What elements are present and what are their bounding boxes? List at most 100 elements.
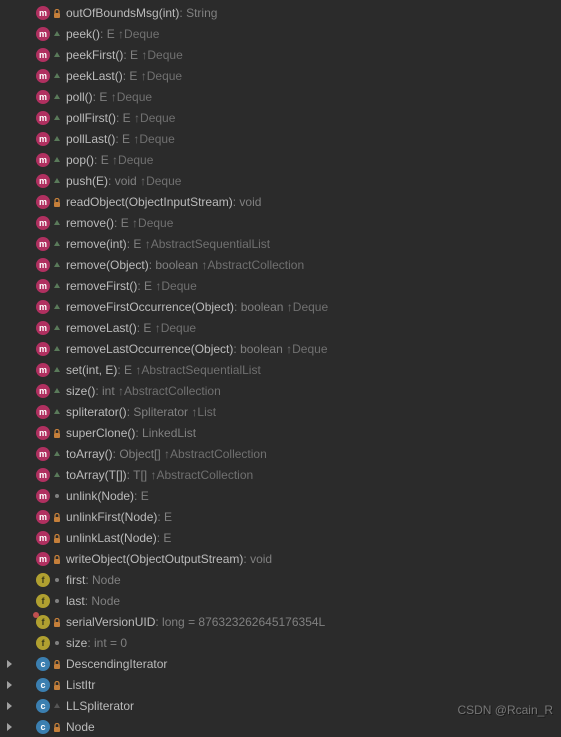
override-icon [54, 283, 60, 288]
member-label: size(): int ↑AbstractCollection [66, 384, 221, 398]
class-icon: c [36, 657, 50, 671]
member-label: set(int, E): E ↑AbstractSequentialList [66, 363, 261, 377]
method-icon: m [36, 174, 50, 188]
class-icon: c [36, 678, 50, 692]
member-label: superClone(): LinkedList [66, 426, 196, 440]
member-label: peek(): E ↑Deque [66, 27, 159, 41]
member-row[interactable]: m removeLastOccurrence(Object): boolean ↑… [0, 338, 561, 359]
member-row[interactable]: mpush(E): void ↑Deque [0, 170, 561, 191]
lock-icon [53, 618, 61, 626]
method-icon: m [36, 342, 50, 356]
watermark: CSDN @Rcain_R [457, 703, 553, 717]
override-icon [54, 157, 60, 162]
member-label: spliterator(): Spliterator ↑List [66, 405, 216, 419]
override-icon [54, 304, 60, 309]
override-icon [54, 262, 60, 267]
member-label: unlinkLast(Node): E [66, 531, 171, 545]
member-row[interactable]: fserialVersionUID: long = 87632326264517… [0, 611, 561, 632]
override-icon [54, 94, 60, 99]
member-row[interactable]: f first: Node [0, 569, 561, 590]
member-row[interactable]: m pollFirst(): E ↑Deque [0, 107, 561, 128]
member-row[interactable]: mremoveFirst(): E ↑Deque [0, 275, 561, 296]
expand-icon[interactable] [7, 681, 12, 689]
member-row[interactable]: mpoll(): E ↑Deque [0, 86, 561, 107]
member-row[interactable]: mtoArray(T[]): T[] ↑AbstractCollection [0, 464, 561, 485]
method-icon: m [36, 153, 50, 167]
member-row[interactable]: f last: Node [0, 590, 561, 611]
method-icon: m [36, 300, 50, 314]
override-icon [54, 367, 60, 372]
field-icon: f [36, 594, 50, 608]
package-icon [55, 494, 59, 498]
method-icon: m [36, 384, 50, 398]
override-icon [54, 178, 60, 183]
member-row[interactable]: mset(int, E): E ↑AbstractSequentialList [0, 359, 561, 380]
class-row[interactable]: cNode [0, 716, 561, 737]
expand-icon[interactable] [7, 723, 12, 731]
override-icon [54, 115, 60, 120]
method-icon: m [36, 426, 50, 440]
member-label: peekLast(): E ↑Deque [66, 69, 182, 83]
member-label: readObject(ObjectInputStream): void [66, 195, 261, 209]
member-row[interactable]: mpollLast(): E ↑Deque [0, 128, 561, 149]
member-row[interactable]: m remove(): E ↑Deque [0, 212, 561, 233]
member-label: size: int = 0 [66, 636, 127, 650]
member-row[interactable]: m superClone(): LinkedList [0, 422, 561, 443]
member-label: last: Node [66, 594, 120, 608]
member-row[interactable]: munlinkLast(Node): E [0, 527, 561, 548]
member-row[interactable]: munlinkFirst(Node): E [0, 506, 561, 527]
expand-icon[interactable] [7, 660, 12, 668]
method-icon: m [36, 489, 50, 503]
member-label: removeLast(): E ↑Deque [66, 321, 196, 335]
field-icon: f [36, 615, 50, 629]
member-row[interactable]: m spliterator(): Spliterator ↑List [0, 401, 561, 422]
lock-icon [53, 429, 61, 437]
method-icon: m [36, 447, 50, 461]
method-icon: m [36, 552, 50, 566]
member-label: removeFirst(): E ↑Deque [66, 279, 197, 293]
package-icon [55, 578, 59, 582]
member-label: pollLast(): E ↑Deque [66, 132, 175, 146]
override-icon [54, 346, 60, 351]
member-label: removeFirstOccurrence(Object): boolean ↑… [66, 300, 328, 314]
override-icon [54, 409, 60, 414]
method-icon: m [36, 216, 50, 230]
member-label: removeLastOccurrence(Object): boolean ↑D… [66, 342, 328, 356]
class-icon: c [36, 699, 50, 713]
field-icon: f [36, 573, 50, 587]
member-row[interactable]: m toArray(): Object[] ↑AbstractCollection [0, 443, 561, 464]
member-row[interactable]: m size(): int ↑AbstractCollection [0, 380, 561, 401]
member-label: unlink(Node): E [66, 489, 149, 503]
member-row[interactable]: mremove(int): E ↑AbstractSequentialList [0, 233, 561, 254]
member-label: pollFirst(): E ↑Deque [66, 111, 175, 125]
method-icon: m [36, 48, 50, 62]
method-icon: m [36, 27, 50, 41]
member-row[interactable]: mreadObject(ObjectInputStream): void [0, 191, 561, 212]
field-icon: f [36, 636, 50, 650]
lock-icon [53, 534, 61, 542]
class-label: DescendingIterator [66, 657, 167, 671]
package-icon [55, 599, 59, 603]
member-label: toArray(): Object[] ↑AbstractCollection [66, 447, 267, 461]
member-label: first: Node [66, 573, 121, 587]
member-row[interactable]: m removeFirstOccurrence(Object): boolean … [0, 296, 561, 317]
member-row[interactable]: mpop(): E ↑Deque [0, 149, 561, 170]
member-row[interactable]: mpeekFirst(): E ↑Deque [0, 44, 561, 65]
member-row[interactable]: moutOfBoundsMsg(int): String [0, 2, 561, 23]
method-icon: m [36, 321, 50, 335]
member-row[interactable]: mwriteObject(ObjectOutputStream): void [0, 548, 561, 569]
class-row[interactable]: cListItr [0, 674, 561, 695]
member-row[interactable]: m removeLast(): E ↑Deque [0, 317, 561, 338]
member-label: remove(): E ↑Deque [66, 216, 173, 230]
expand-icon[interactable] [7, 702, 12, 710]
member-row[interactable]: m peek(): E ↑Deque [0, 23, 561, 44]
member-row[interactable]: m unlink(Node): E [0, 485, 561, 506]
member-row[interactable]: mpeekLast(): E ↑Deque [0, 65, 561, 86]
method-icon: m [36, 405, 50, 419]
member-row[interactable]: f size: int = 0 [0, 632, 561, 653]
member-row[interactable]: mremove(Object): boolean ↑AbstractCollec… [0, 254, 561, 275]
method-icon: m [36, 111, 50, 125]
package-icon [55, 641, 59, 645]
class-row[interactable]: c DescendingIterator [0, 653, 561, 674]
lock-icon [53, 513, 61, 521]
